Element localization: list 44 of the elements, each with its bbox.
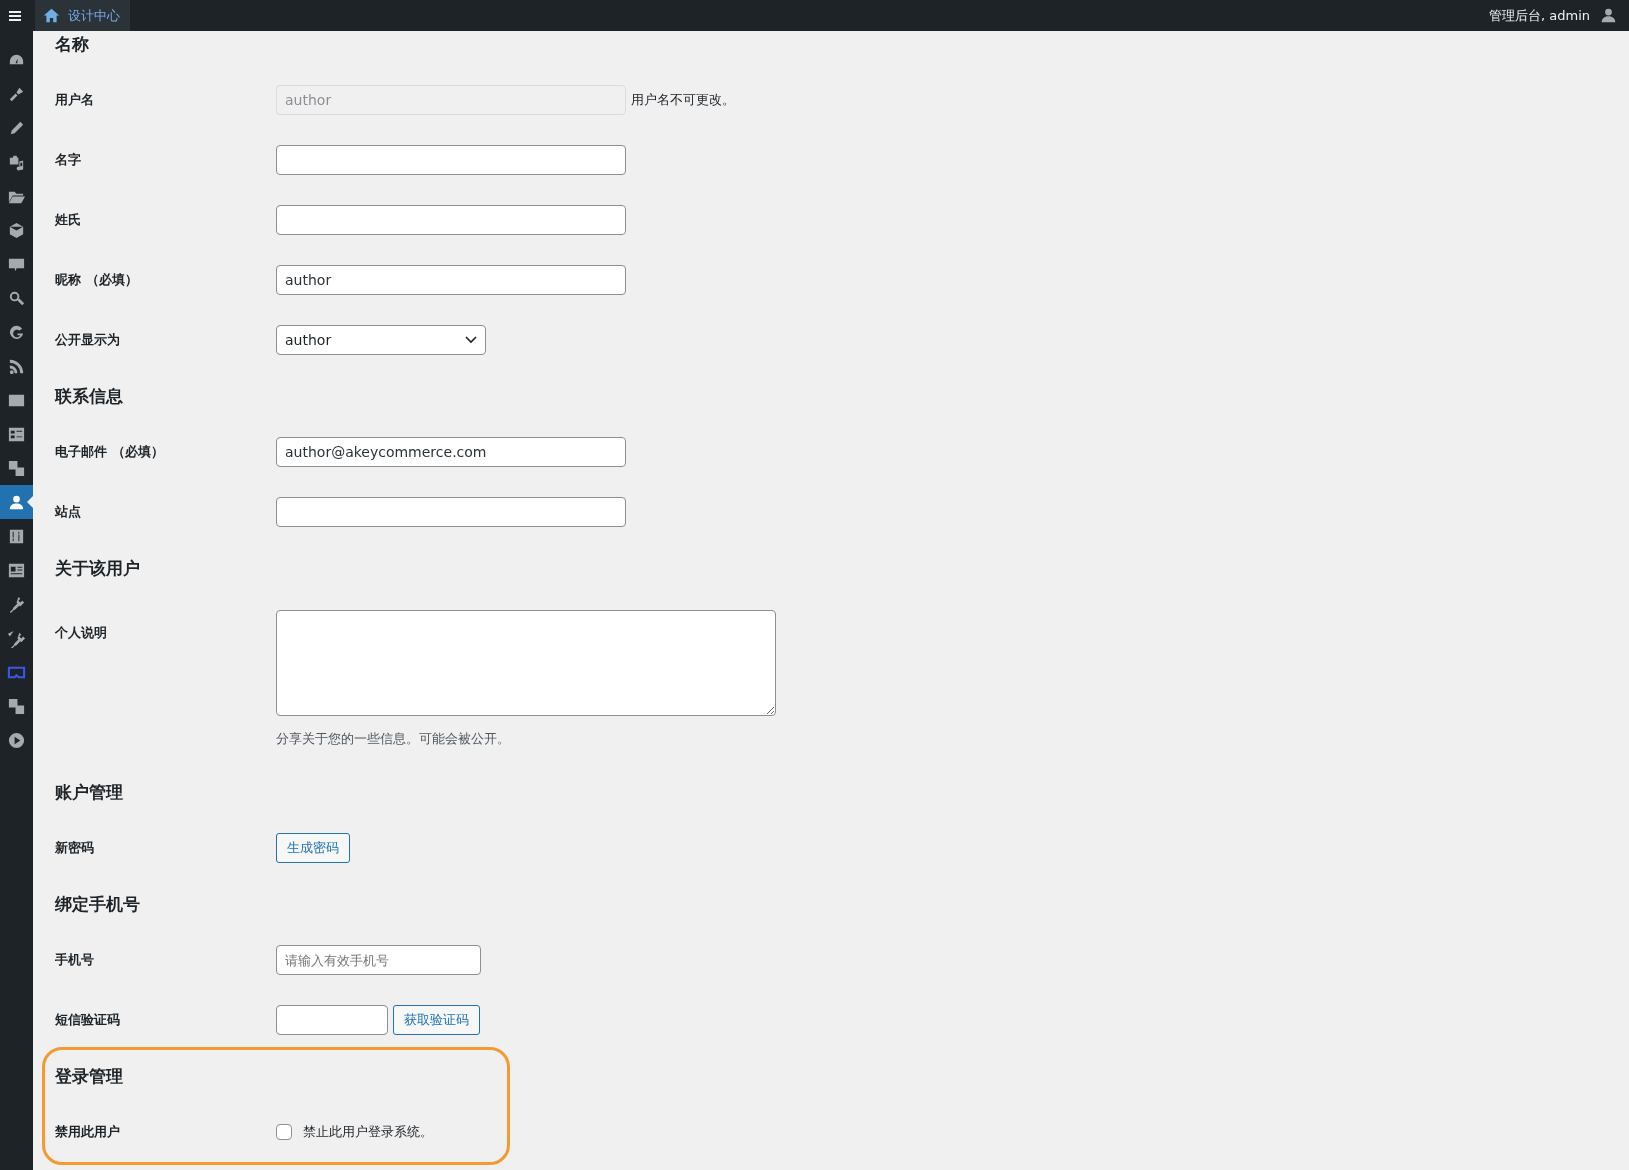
field-label: 个人说明: [55, 624, 108, 642]
dropdown[interactable]: author: [276, 325, 486, 355]
account-link[interactable]: 管理后台, admin: [1489, 6, 1590, 25]
user-icon[interactable]: [1600, 7, 1617, 24]
get-code-button[interactable]: 获取验证码: [393, 1005, 480, 1035]
field-label: 站点: [55, 503, 82, 521]
checkbox-label: 禁止此用户登录系统。: [303, 1123, 433, 1141]
field-note: 用户名不可更改。: [631, 91, 735, 109]
plug-check-icon: [7, 628, 26, 648]
sidebar-item[interactable]: [0, 485, 33, 519]
home-icon: [43, 7, 60, 24]
field-label: 昵称 （必填）: [55, 271, 139, 289]
section-heading: 登录管理: [55, 1064, 124, 1088]
plug-icon: [7, 594, 26, 614]
field-label: 电子邮件 （必填）: [55, 443, 165, 461]
text-field[interactable]: [276, 145, 626, 175]
text-field[interactable]: author: [276, 265, 626, 295]
field-label: 姓氏: [55, 211, 82, 229]
field-description: 分享关于您的一些信息。可能会被公开。: [276, 730, 511, 748]
section-heading: 名称: [55, 32, 90, 56]
field-label: 短信验证码: [55, 1011, 121, 1029]
code-field[interactable]: [276, 1005, 388, 1035]
field-label: 名字: [55, 151, 82, 169]
section-heading: 关于该用户: [55, 556, 141, 580]
field-label: 新密码: [55, 839, 95, 857]
section-heading: 账户管理: [55, 780, 124, 804]
text-field[interactable]: [276, 497, 626, 527]
phone-field[interactable]: 请输入有效手机号: [276, 945, 481, 975]
generate-password-button[interactable]: 生成密码: [276, 833, 350, 863]
section-heading: 联系信息: [55, 384, 124, 408]
box-icon: [7, 220, 26, 240]
site-link[interactable]: 设计中心: [35, 0, 130, 31]
field-label: 公开显示为: [55, 331, 121, 349]
text-field[interactable]: [276, 205, 626, 235]
field-label: 用户名: [55, 91, 95, 109]
field-label: 禁用此用户: [55, 1123, 121, 1141]
play-icon: [7, 730, 26, 750]
section-heading: 绑定手机号: [55, 892, 141, 916]
checkbox[interactable]: [276, 1124, 292, 1140]
menu-icon[interactable]: [9, 10, 21, 21]
bio-textarea[interactable]: [276, 610, 776, 716]
text-field[interactable]: author@akeycommerce.com: [276, 437, 626, 467]
field-label: 手机号: [55, 951, 95, 969]
chevron-down-icon: [465, 336, 477, 344]
